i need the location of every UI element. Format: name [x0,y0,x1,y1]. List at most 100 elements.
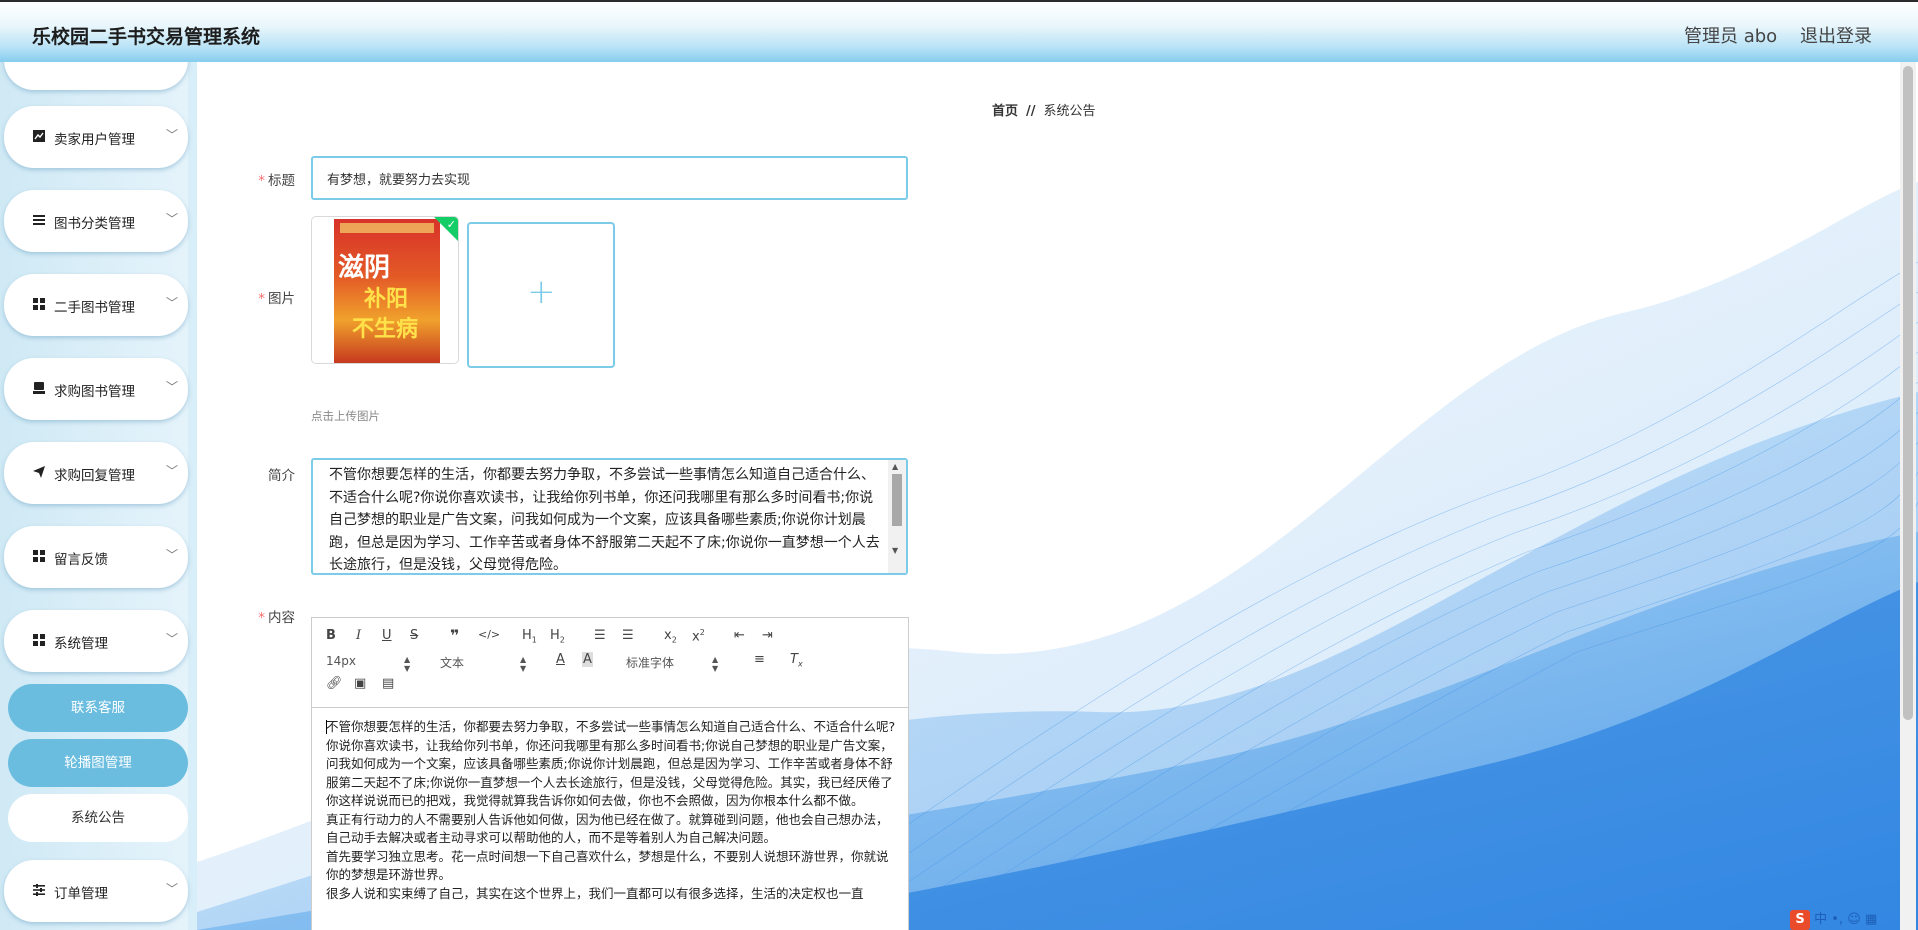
keyboard-icon[interactable]: ▦ [1865,912,1877,927]
intro-scrollbar-thumb[interactable] [892,474,902,526]
editor-paragraph: 真正有行动力的人不需要别人告诉他如何做，因为他已经在做了。就算碰到问题，他也会自… [326,811,889,846]
quote-icon[interactable]: ❞ [450,626,459,645]
emoji-icon[interactable]: ☺ [1847,912,1861,927]
book-cover-image: 滋阴 补阳 不生病 [334,219,440,363]
chevron-down-icon: ﹀ [166,380,179,394]
ime-toolbar[interactable]: S 中 •, ☺ ▦ [1790,908,1918,930]
plus-icon: + [527,272,556,312]
sidebar-item-wanted-books[interactable]: 求购图书管理 ﹀ [4,358,188,420]
breadcrumb: 首页 // 系统公告 [992,100,1096,119]
ordered-list-icon[interactable]: ☰ [594,628,606,643]
chart-icon [32,130,46,144]
editor-paragraph: 不管你想要怎样的生活，你都要去努力争取，不多尝试一些事情怎么知道自己适合什么、不… [326,719,896,734]
punctuation-icon[interactable]: •, [1831,912,1843,927]
align-icon[interactable]: ≡ [754,652,765,667]
sidebar-item-system[interactable]: 系统管理 ﹀ [4,610,188,672]
italic-icon[interactable]: I [356,628,361,643]
superscript-icon[interactable]: x2 [692,628,705,644]
block-type-select[interactable]: 文本 ▲ ▼ [440,654,530,673]
outdent-icon[interactable]: ⇤ [734,628,745,643]
intro-scrollbar[interactable]: ▲ ▼ [888,460,906,573]
page-scrollbar-thumb[interactable] [1903,66,1913,720]
grid-icon [32,634,46,648]
sidebar-item-book-category[interactable]: 图书分类管理 ﹀ [4,190,188,252]
link-icon[interactable]: 🔗︎ [326,676,343,691]
top-header: 乐校园二手书交易管理系统 管理员 abo 退出登录 [0,0,1918,62]
sidebar-subitem-contact-service[interactable]: 联系客服 [8,684,188,732]
intro-label: 简介 [268,468,295,484]
editor-paragraph: 很多人说和实束缚了自己，其实在这个世界上，我们一直都可以有很多选择，生活的决定权… [326,885,864,901]
ime-mode-label[interactable]: 中 [1814,912,1827,927]
font-family-select[interactable]: 标准字体 ▲ ▼ [626,654,726,673]
image-upload-button[interactable]: + [467,222,615,368]
page-scrollbar[interactable] [1900,62,1916,930]
strike-icon[interactable]: S [410,628,418,643]
rich-text-editor[interactable]: B I U S ❞ </> H1 H2 ☰ ☰ x2 x2 ⇤ ⇥ 14px ▲ ▼… [311,617,909,930]
sidebar-item-label: 系统管理 [54,636,108,652]
scroll-up-icon[interactable]: ▲ [892,462,898,471]
background-color-icon[interactable]: A [582,652,593,667]
sidebar-item-feedback[interactable]: 留言反馈 ﹀ [4,526,188,588]
image-icon[interactable]: ▣ [354,676,366,691]
chevron-down-icon: ﹀ [166,464,179,478]
sidebar-item-label: 图书分类管理 [54,216,135,232]
sidebar-scroll-track [188,62,197,930]
required-mark: * [258,291,265,307]
code-icon[interactable]: </> [478,628,500,641]
scroll-down-icon[interactable]: ▼ [892,546,898,555]
intro-textarea[interactable]: 不管你想要怎样的生活，你都要去努力争取，不多尝试一些事情怎么知道自己适合什么、不… [311,458,908,575]
sidebar-item-label: 求购图书管理 [54,384,135,400]
uploaded-image-thumbnail[interactable]: 滋阴 补阳 不生病 ✓ [311,216,459,364]
h2-icon[interactable]: H2 [550,628,565,645]
sidebar: 卖家用户管理 ﹀ 图书分类管理 ﹀ 二手图书管理 ﹀ 求购图书管理 ﹀ 求购回复… [0,62,197,930]
app-title: 乐校园二手书交易管理系统 [32,26,261,48]
font-color-icon[interactable]: A [556,652,565,667]
font-size-select[interactable]: 14px ▲ ▼ [326,654,416,673]
sidebar-item-seller-users[interactable]: 卖家用户管理 ﹀ [4,106,188,168]
required-mark: * [258,173,265,189]
sidebar-item-used-books[interactable]: 二手图书管理 ﹀ [4,274,188,336]
chevron-down-icon: ﹀ [166,212,179,226]
breadcrumb-separator: // [1026,104,1036,119]
indent-icon[interactable]: ⇥ [762,628,773,643]
chevron-down-icon: ﹀ [166,882,179,896]
chevron-down-icon: ﹀ [166,296,179,310]
sidebar-item-label: 卖家用户管理 [54,132,135,148]
logout-button[interactable]: 退出登录 [1800,22,1872,48]
content-label: * 内容 [258,610,295,626]
editor-paragraph: 首先要学习独立思考。花一点时间想一下自己喜欢什么，梦想是什么，不要别人说想环游世… [326,848,889,883]
grid-icon [32,550,46,564]
upload-hint: 点击上传图片 [311,409,380,423]
send-icon [32,466,46,480]
printer-icon [32,382,46,396]
chevron-up-icon: ﹀ [166,632,179,646]
sidebar-item-label: 求购回复管理 [54,468,135,484]
clear-format-icon[interactable]: Tx [790,652,803,669]
admin-user-label: 管理员 abo [1684,26,1778,47]
sidebar-item-orders[interactable]: 订单管理 ﹀ [4,860,188,922]
required-mark: * [258,610,265,626]
check-icon: ✓ [446,218,456,231]
editor-content[interactable]: 不管你想要怎样的生活，你都要去努力争取，不多尝试一些事情怎么知道自己适合什么、不… [326,718,898,903]
title-input[interactable] [311,156,908,200]
chevron-down-icon: ﹀ [166,548,179,562]
editor-toolbar: B I U S ❞ </> H1 H2 ☰ ☰ x2 x2 ⇤ ⇥ 14px ▲ ▼… [312,618,908,708]
h1-icon[interactable]: H1 [522,628,537,645]
sidebar-subitem-carousel[interactable]: 轮播图管理 [8,739,188,787]
sliders-icon [32,884,46,898]
sidebar-item-label: 留言反馈 [54,552,108,568]
video-icon[interactable]: ▤ [382,676,394,691]
breadcrumb-home[interactable]: 首页 [992,104,1018,119]
underline-icon[interactable]: U [382,628,392,643]
main-content: 首页 // 系统公告 *标题 *图片 滋阴 补阳 不生病 ✓ + 点击上传图片 简介… [197,62,1918,930]
sidebar-item-partial[interactable] [4,62,188,90]
sidebar-item-wanted-replies[interactable]: 求购回复管理 ﹀ [4,442,188,504]
editor-paragraph: 你说你喜欢读书，让我给你列书单，你还问我哪里有那么多时间看书;你说自己梦想的职业… [326,737,893,809]
bold-icon[interactable]: B [326,628,336,643]
sidebar-subitem-announcement[interactable]: 系统公告 [8,794,188,842]
grid-icon [32,298,46,312]
bullet-list-icon[interactable]: ☰ [622,628,634,643]
image-label: * 图片 [258,291,295,307]
list-icon [32,214,46,228]
subscript-icon[interactable]: x2 [664,628,677,645]
